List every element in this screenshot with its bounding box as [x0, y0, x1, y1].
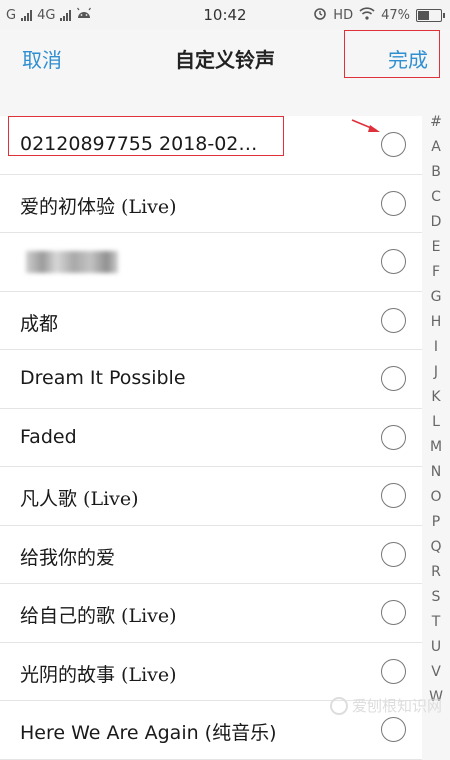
- watermark: 爱刨根知识网: [329, 695, 442, 716]
- index-letter[interactable]: G: [424, 285, 448, 310]
- index-letter[interactable]: T: [424, 610, 448, 635]
- list-item[interactable]: 光阴的故事 (Live): [0, 643, 422, 701]
- radio-button[interactable]: [381, 483, 406, 508]
- status-right: HD 47%: [313, 6, 445, 24]
- blurred-label: [26, 251, 118, 273]
- status-bar: G 4G 10:42 HD 47%: [0, 0, 450, 30]
- radio-button[interactable]: [381, 307, 406, 333]
- radio-button[interactable]: [381, 541, 406, 567]
- done-button[interactable]: 完成: [388, 44, 428, 73]
- index-letter[interactable]: L: [424, 410, 448, 435]
- list-item[interactable]: 成都: [0, 292, 422, 350]
- index-letter[interactable]: A: [424, 135, 448, 160]
- index-letter[interactable]: D: [424, 210, 448, 235]
- index-letter[interactable]: K: [424, 385, 448, 410]
- radio-button[interactable]: [381, 249, 406, 274]
- index-letter[interactable]: E: [424, 235, 448, 260]
- index-letter[interactable]: B: [424, 160, 448, 185]
- wifi-icon: [359, 6, 375, 24]
- radio-button[interactable]: [381, 366, 406, 391]
- watermark-text: 爱刨根知识网: [351, 697, 442, 715]
- list-item[interactable]: Dream It Possible: [0, 350, 422, 409]
- index-letter[interactable]: H: [424, 310, 448, 335]
- ringtone-label: Faded: [20, 425, 77, 448]
- watermark-logo-icon: [329, 696, 348, 715]
- ringtone-label: 成都: [20, 312, 59, 335]
- index-letter[interactable]: V: [424, 660, 448, 685]
- ringtone-label: 爱的初体验 (Live): [20, 195, 177, 218]
- ringtone-list: 02120897755 2018-02… 爱的初体验 (Live) 成都 Dre…: [0, 116, 422, 760]
- index-letter[interactable]: #: [424, 110, 448, 135]
- ringtone-label: 凡人歌 (Live): [20, 488, 139, 510]
- index-letter[interactable]: S: [424, 585, 448, 610]
- alphabet-index[interactable]: # A B C D E F G H I J K L M N O P Q R S T U V W: [424, 110, 448, 710]
- index-letter[interactable]: N: [424, 460, 448, 485]
- alarm-icon: [313, 6, 327, 24]
- radio-button[interactable]: [381, 600, 406, 625]
- red-arrow-icon: [351, 119, 380, 132]
- battery-icon: [416, 8, 445, 22]
- list-item[interactable]: 爱的初体验 (Live): [0, 175, 422, 233]
- ringtone-label: Dream It Possible: [20, 367, 186, 389]
- hd-label: HD: [333, 7, 354, 23]
- radio-button[interactable]: [381, 190, 406, 216]
- index-letter[interactable]: O: [424, 485, 448, 510]
- radio-button[interactable]: [381, 424, 406, 450]
- index-letter[interactable]: J: [424, 360, 448, 385]
- radio-button[interactable]: [381, 717, 406, 742]
- list-item[interactable]: 给我你的爱: [0, 526, 422, 584]
- ringtone-label: 光阴的故事 (Live): [20, 663, 177, 686]
- index-letter[interactable]: R: [424, 560, 448, 585]
- battery-fill: [418, 10, 430, 20]
- index-letter[interactable]: F: [424, 260, 448, 285]
- index-letter[interactable]: C: [424, 185, 448, 210]
- battery-percent: 47%: [381, 7, 410, 23]
- list-item[interactable]: 给自己的歌 (Live): [0, 584, 422, 643]
- index-letter[interactable]: P: [424, 510, 448, 535]
- list-item[interactable]: Faded: [0, 409, 422, 467]
- radio-button[interactable]: [381, 658, 406, 684]
- cancel-button[interactable]: 取消: [22, 44, 62, 73]
- index-letter[interactable]: U: [424, 635, 448, 660]
- index-letter[interactable]: M: [424, 435, 448, 460]
- radio-button[interactable]: [381, 132, 406, 157]
- ringtone-label: Here We Are Again (纯音乐): [20, 722, 277, 744]
- list-item[interactable]: [0, 233, 422, 292]
- ringtone-label: 02120897755 2018-02…: [20, 133, 258, 155]
- index-letter[interactable]: I: [424, 335, 448, 360]
- nav-bar: 取消 自定义铃声 完成: [0, 30, 450, 86]
- list-item[interactable]: 凡人歌 (Live): [0, 467, 422, 526]
- ringtone-label: 给我你的爱: [20, 546, 116, 569]
- ringtone-label: 给自己的歌 (Live): [20, 605, 177, 627]
- index-letter[interactable]: Q: [424, 535, 448, 560]
